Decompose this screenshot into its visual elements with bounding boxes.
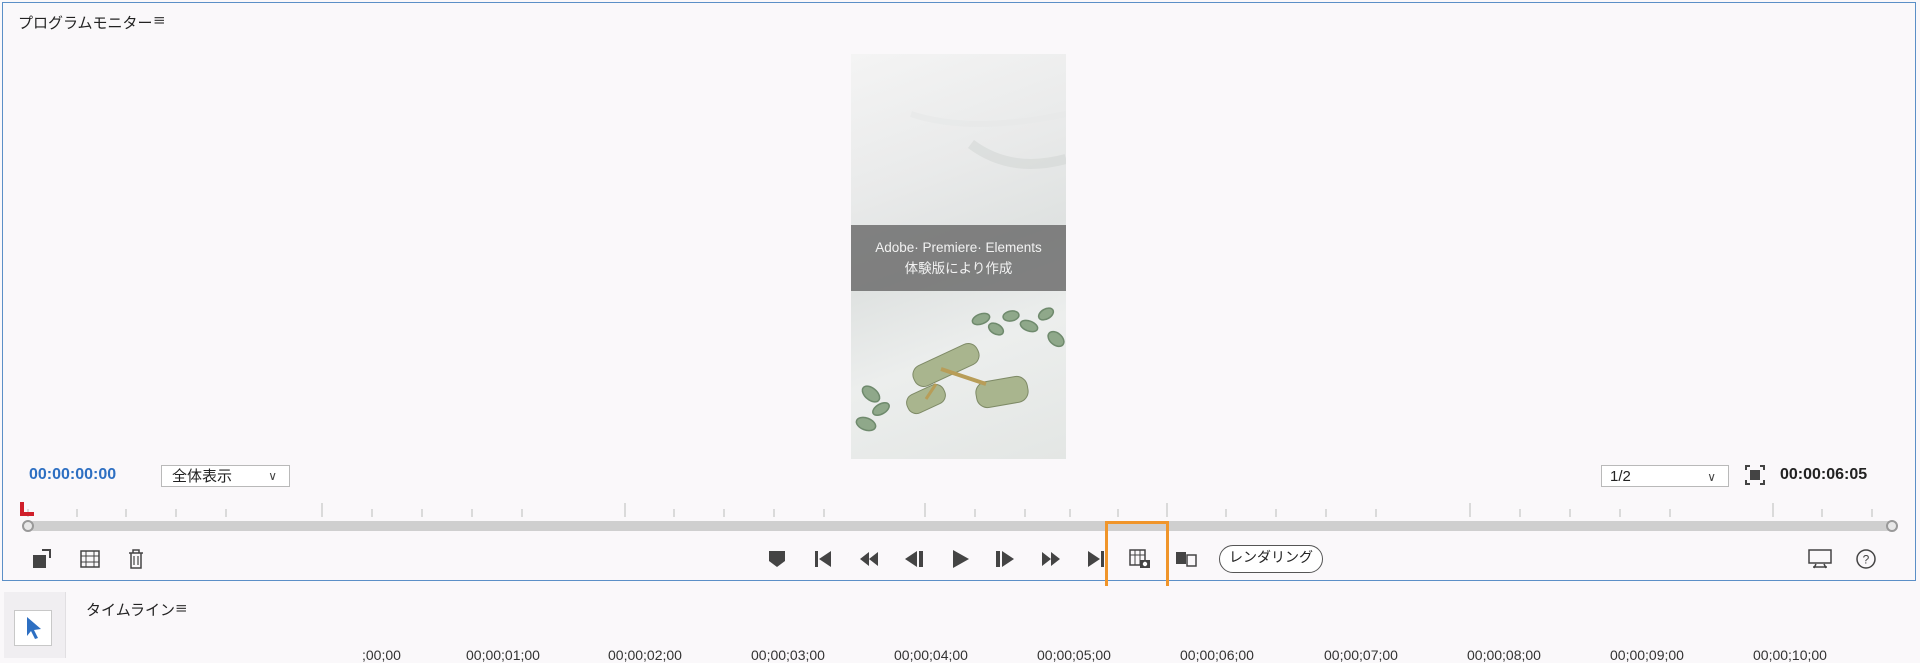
timeline-tick-label: 00;00;04;00 — [894, 647, 968, 663]
resolution-select-value: 1/2 — [1610, 468, 1631, 485]
watermark-line-1: Adobe· Premiere· Elements — [875, 240, 1042, 255]
go-to-start-icon[interactable] — [809, 545, 837, 573]
zoom-select-value: 全体表示 — [172, 467, 233, 485]
scrub-start-handle[interactable] — [22, 520, 34, 532]
timeline-tick-label: 00;00;05;00 — [1037, 647, 1111, 663]
panel-title: プログラムモニター — [18, 14, 153, 32]
timeline-tick-label: 00;00;06;00 — [1180, 647, 1254, 663]
timeline-tick-label: 00;00;08;00 — [1467, 647, 1541, 663]
timeline-tick-label: ;00;00 — [362, 647, 401, 663]
help-icon[interactable]: ? — [1852, 545, 1880, 573]
duration-timecode: 00:00:06:05 — [1780, 466, 1868, 483]
selection-tool-icon[interactable] — [14, 610, 52, 646]
timeline-tick-label: 00;00;09;00 — [1610, 647, 1684, 663]
freeze-frame-icon[interactable] — [76, 545, 104, 573]
split-clip-icon[interactable] — [1172, 545, 1200, 573]
render-button[interactable]: レンダリング — [1219, 545, 1323, 573]
export-frame-icon[interactable] — [28, 545, 56, 573]
play-icon[interactable] — [946, 545, 974, 573]
chevron-down-icon: ∨ — [1707, 470, 1716, 484]
timeline-tick-label: 00;00;10;00 — [1753, 647, 1827, 663]
timeline-tick-label: 00;00;01;00 — [466, 647, 540, 663]
current-timecode[interactable]: 00:00:00:00 — [29, 466, 116, 484]
resolution-select[interactable]: 1/2 ∨ — [1601, 465, 1729, 487]
step-back-icon[interactable] — [900, 545, 928, 573]
marker-icon[interactable] — [763, 545, 791, 573]
watermark-line-2: 体験版により作成 — [904, 261, 1013, 277]
timeline-tick-label: 00;00;07;00 — [1324, 647, 1398, 663]
zoom-select[interactable]: 全体表示 ∨ — [161, 465, 290, 487]
trial-watermark: Adobe· Premiere· Elements 体験版により作成 — [851, 225, 1066, 291]
fast-forward-icon[interactable] — [1037, 545, 1065, 573]
highlight-box — [1105, 521, 1169, 596]
fit-to-window-icon[interactable] — [1744, 464, 1766, 486]
hamburger-icon[interactable]: ≡ — [153, 11, 166, 29]
delete-icon[interactable] — [122, 545, 150, 573]
rewind-icon[interactable] — [855, 545, 883, 573]
playhead-icon — [20, 502, 34, 516]
video-preview: Adobe· Premiere· Elements 体験版により作成 — [851, 54, 1066, 459]
output-display-icon[interactable] — [1806, 545, 1834, 573]
step-forward-icon[interactable] — [991, 545, 1019, 573]
hamburger-icon[interactable]: ≡ — [175, 599, 188, 617]
svg-text:?: ? — [1863, 553, 1870, 567]
timeline-tick-label: 00;00;02;00 — [608, 647, 682, 663]
scrub-bar[interactable] — [28, 521, 1894, 531]
scrub-end-handle[interactable] — [1886, 520, 1898, 532]
timeline-title: タイムライン — [86, 601, 175, 619]
chevron-down-icon: ∨ — [268, 469, 277, 483]
timeline-tick-label: 00;00;03;00 — [751, 647, 825, 663]
